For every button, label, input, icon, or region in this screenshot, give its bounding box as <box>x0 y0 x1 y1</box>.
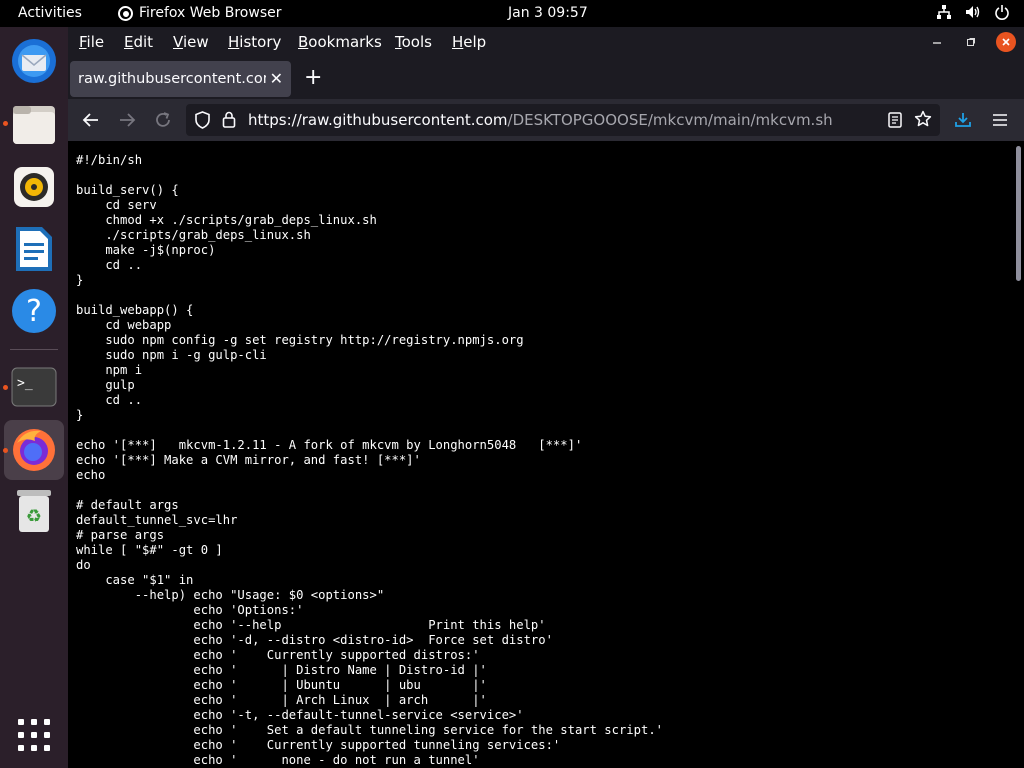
firefox-window: File Edit View History Bookmarks Tools H… <box>68 27 1024 768</box>
top-bar: Activities Firefox Web Browser Jan 3 09:… <box>0 0 1024 27</box>
navigation-toolbar: https://raw.githubusercontent.com/DESKTO… <box>68 99 1024 141</box>
tracking-protection-icon[interactable] <box>194 111 211 129</box>
network-icon <box>937 5 951 19</box>
menu-bookmarks[interactable]: Bookmarks <box>298 33 382 51</box>
downloads-button[interactable] <box>952 109 974 131</box>
running-indicator <box>3 385 8 390</box>
running-indicator <box>3 448 8 453</box>
app-menu[interactable]: Firefox Web Browser <box>118 5 282 21</box>
url-bar[interactable]: https://raw.githubusercontent.com/DESKTO… <box>186 104 940 136</box>
new-tab-button[interactable]: + <box>304 65 322 90</box>
svg-text:?: ? <box>26 294 42 329</box>
menu-help[interactable]: Help <box>452 33 486 51</box>
firefox-icon[interactable] <box>4 420 64 480</box>
tab-mkcvm[interactable]: raw.githubusercontent.com/ ✕ <box>70 61 291 97</box>
tab-bar: raw.githubusercontent.com/ ✕ + <box>68 57 1024 99</box>
page-content[interactable]: #!/bin/sh build_serv() { cd serv chmod +… <box>68 141 1024 768</box>
menu-tools[interactable]: Tools <box>395 33 432 51</box>
reader-view-icon[interactable] <box>888 112 902 128</box>
activities-button[interactable]: Activities <box>18 5 82 21</box>
menu-file[interactable]: File <box>79 33 104 51</box>
menu-history[interactable]: History <box>228 33 281 51</box>
maximize-button[interactable] <box>961 32 981 52</box>
back-button[interactable] <box>80 109 102 131</box>
svg-text:>_: >_ <box>17 376 33 391</box>
scrollbar[interactable] <box>1016 146 1021 281</box>
minimize-button[interactable] <box>927 32 947 52</box>
power-icon <box>995 5 1009 20</box>
trash-icon[interactable]: ♻ <box>10 487 58 535</box>
terminal-icon[interactable]: >_ <box>10 363 58 411</box>
reload-button[interactable] <box>152 109 174 131</box>
firefox-small-icon <box>118 5 133 21</box>
files-icon[interactable] <box>10 101 58 149</box>
show-apps-icon[interactable] <box>10 711 58 759</box>
app-menu-button[interactable] <box>989 109 1011 131</box>
libreoffice-writer-icon[interactable] <box>10 225 58 273</box>
script-source: #!/bin/sh build_serv() { cd serv chmod +… <box>76 153 663 767</box>
menu-edit[interactable]: Edit <box>124 33 153 51</box>
system-status[interactable] <box>936 4 1010 20</box>
lock-icon[interactable] <box>222 111 236 128</box>
close-window-button[interactable] <box>996 32 1016 52</box>
tab-close-icon[interactable]: ✕ <box>270 69 283 88</box>
help-icon[interactable]: ? <box>10 287 58 335</box>
app-name: Firefox Web Browser <box>139 5 282 21</box>
rhythmbox-icon[interactable] <box>10 163 58 211</box>
dock: ? >_ ♻ <box>0 27 68 768</box>
dock-separator <box>10 349 58 350</box>
thunderbird-icon[interactable] <box>10 37 58 85</box>
clock[interactable]: Jan 3 09:57 <box>508 5 588 21</box>
forward-button[interactable] <box>116 109 138 131</box>
tab-title: raw.githubusercontent.com/ <box>78 71 266 87</box>
menu-bar: File Edit View History Bookmarks Tools H… <box>68 27 1024 57</box>
bookmark-star-icon[interactable] <box>914 110 932 128</box>
url-path: /DESKTOPGOOOSE/mkcvm/main/mkcvm.sh <box>507 111 833 129</box>
running-indicator <box>3 121 8 126</box>
menu-view[interactable]: View <box>173 33 209 51</box>
svg-text:♻: ♻ <box>26 506 42 527</box>
url-host: https://raw.githubusercontent.com <box>248 111 508 129</box>
url-text: https://raw.githubusercontent.com/DESKTO… <box>248 111 833 129</box>
volume-icon <box>966 6 980 18</box>
